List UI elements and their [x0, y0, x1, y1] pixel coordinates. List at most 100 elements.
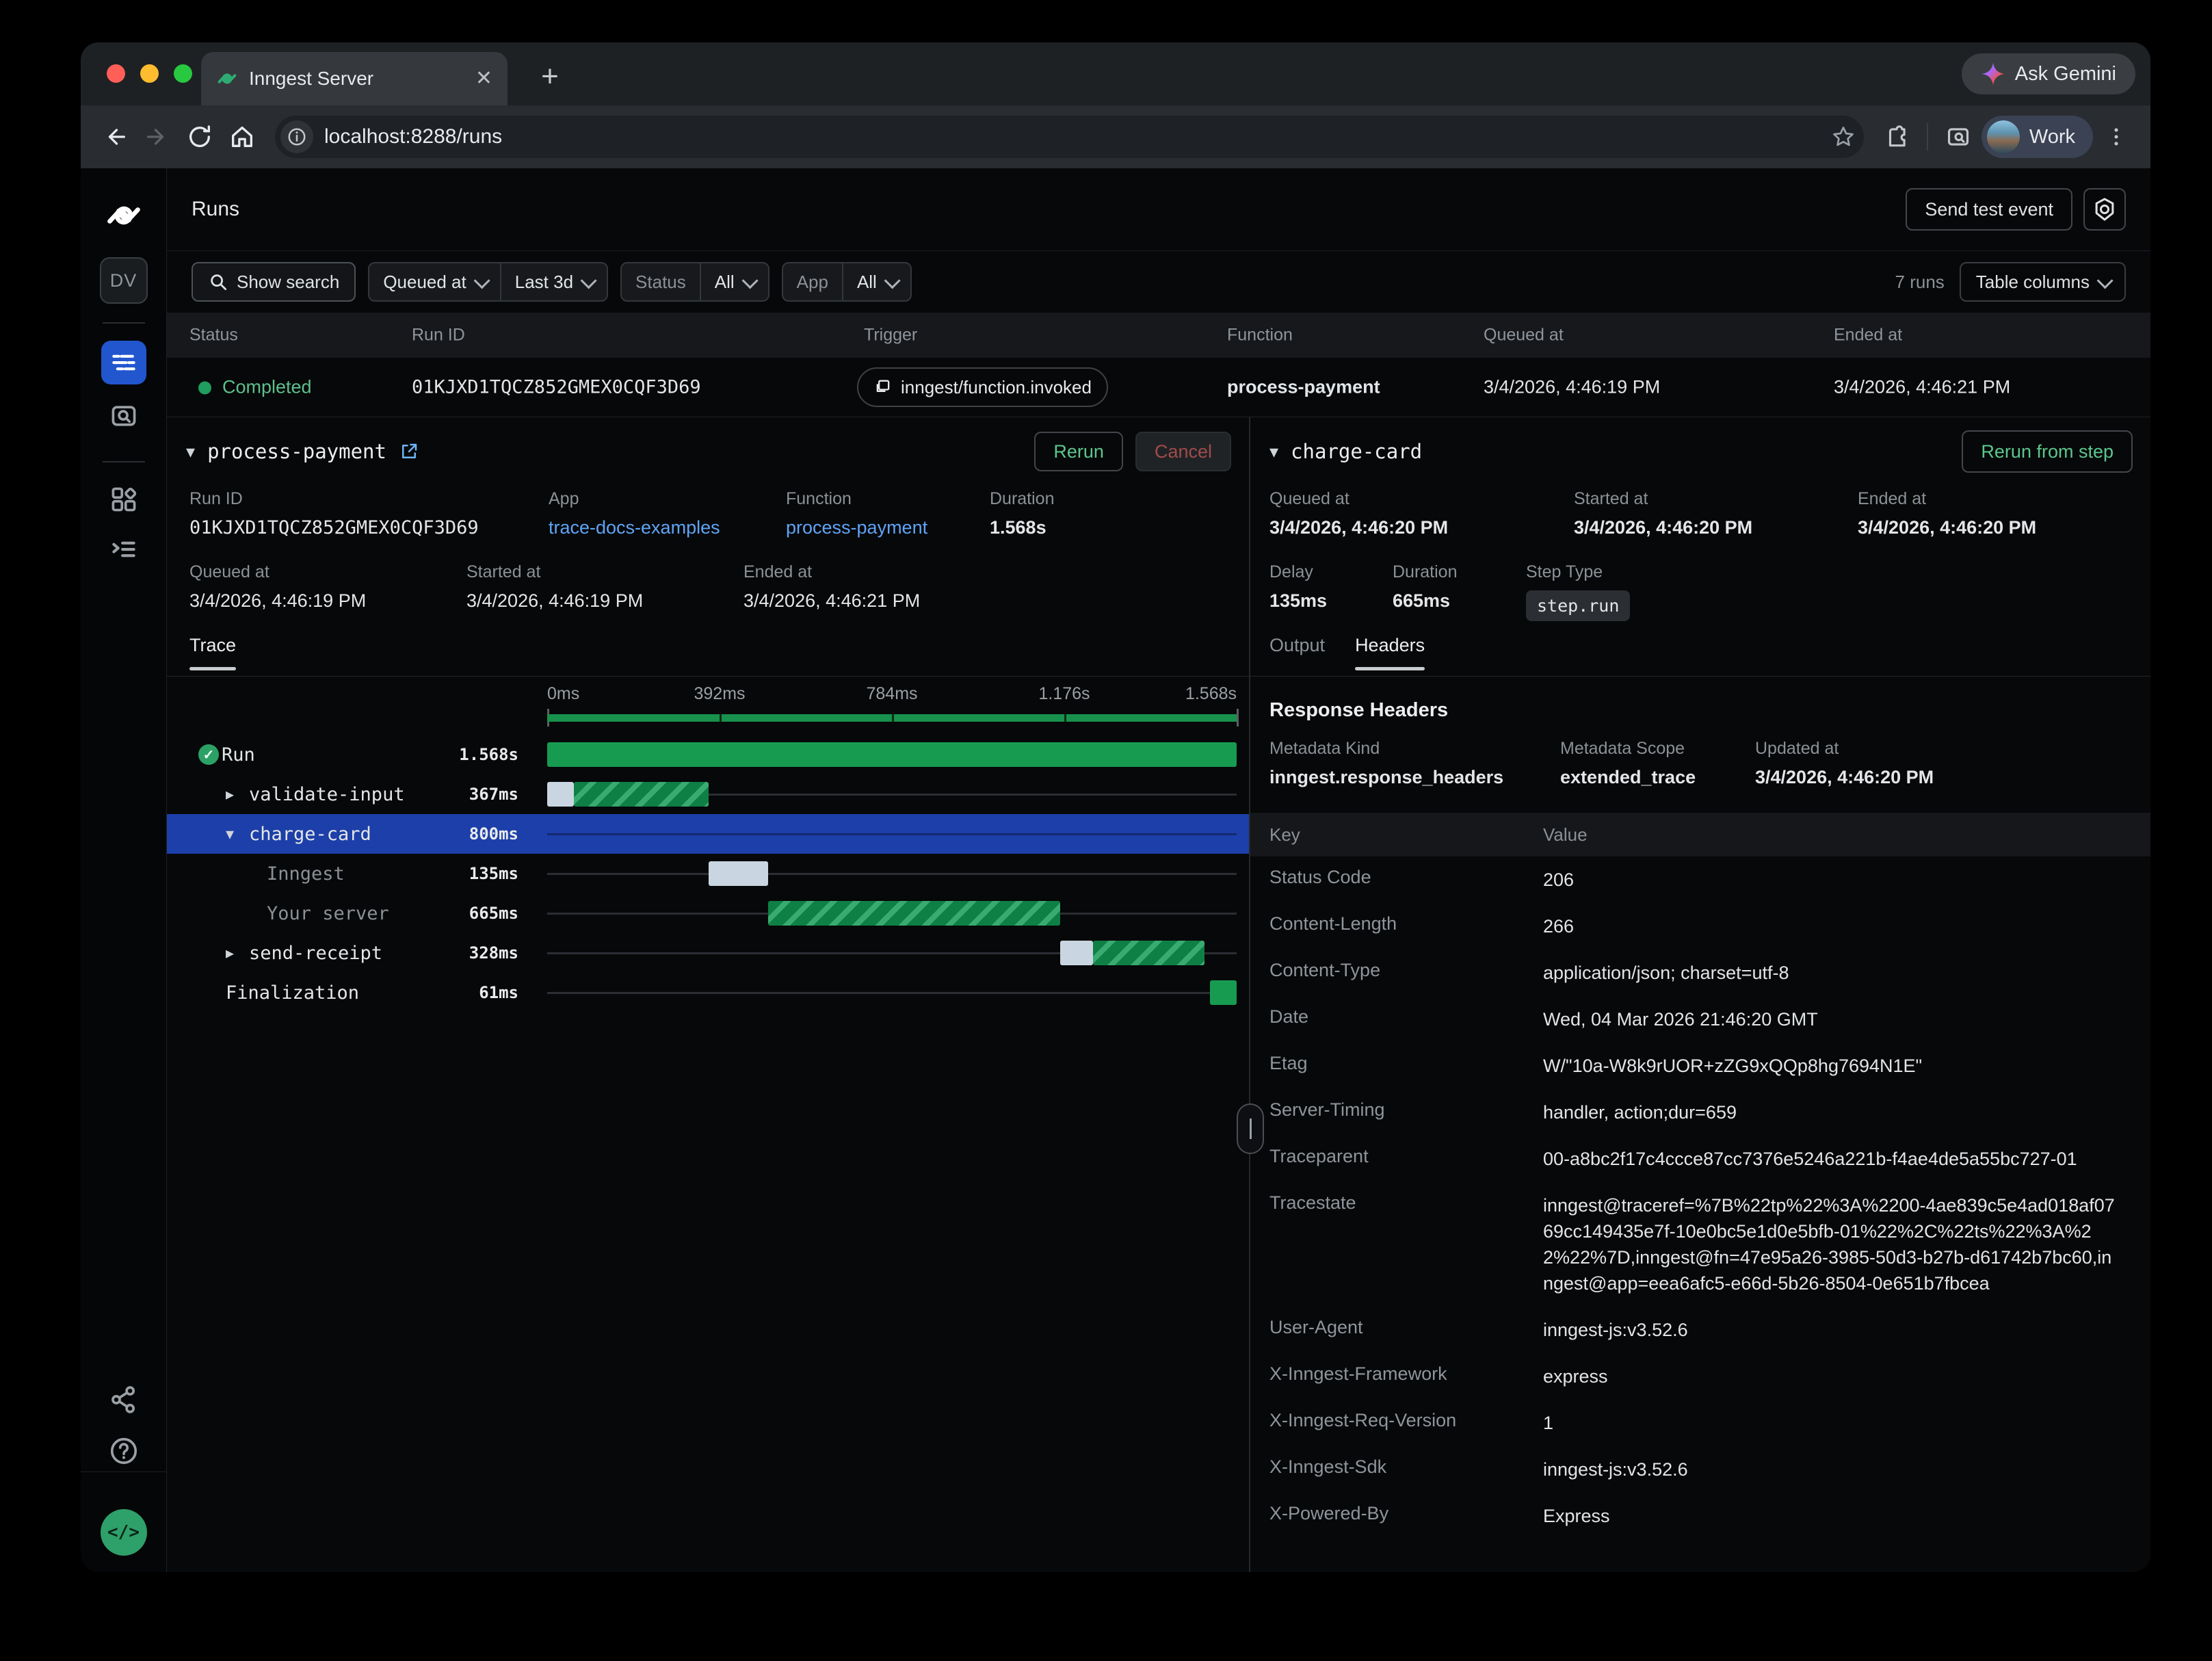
bookmark-star-icon[interactable]	[1831, 125, 1856, 149]
sidebar-item-apps[interactable]	[101, 478, 146, 521]
function-link[interactable]: process-payment	[786, 517, 927, 538]
event-search-icon	[109, 401, 139, 431]
external-link-icon[interactable]	[399, 441, 419, 462]
sidebar-divider	[103, 322, 145, 324]
sidebar-divider	[103, 461, 145, 462]
send-test-event-button[interactable]: Send test event	[1906, 188, 2072, 231]
address-bar[interactable]: localhost:8288/runs	[275, 116, 1864, 158]
collapse-run-chevron[interactable]: ▾	[186, 441, 195, 462]
waterfall-segment-hatch	[768, 901, 1061, 926]
step-duration-label: 800ms	[469, 824, 518, 843]
status-filter[interactable]: Status All	[620, 262, 769, 302]
home-button[interactable]	[223, 118, 261, 156]
new-tab-button[interactable]: +	[532, 60, 568, 96]
tab-headers[interactable]: Headers	[1355, 635, 1425, 670]
waterfall-segment-delay	[547, 782, 574, 807]
runs-table-header: Status Run ID Trigger Function Queued at…	[167, 313, 2150, 358]
header-key: Content-Type	[1269, 960, 1543, 986]
header-key: Tracestate	[1269, 1192, 1543, 1296]
trace-row-charge-card[interactable]: ▾charge-card800ms	[167, 814, 1249, 854]
help-icon[interactable]	[108, 1435, 140, 1467]
function-cell: process-payment	[1227, 377, 1380, 398]
header-row: X-Inngest-Req-Version1	[1250, 1400, 2150, 1446]
header-key: Status Code	[1269, 867, 1543, 893]
extensions-icon[interactable]	[1878, 118, 1916, 156]
step-name-label: Finalization	[226, 982, 359, 1004]
app-link[interactable]: trace-docs-examples	[549, 517, 720, 538]
tab-output[interactable]: Output	[1269, 635, 1325, 670]
minimap-tick	[720, 714, 722, 722]
panel-resize-handle[interactable]	[1237, 1103, 1264, 1154]
browser-menu-icon[interactable]	[2097, 118, 2135, 156]
ended-at-cell: 3/4/2026, 4:46:21 PM	[1834, 377, 2010, 398]
header-value: application/json; charset=utf-8	[1543, 960, 2118, 986]
table-columns-button[interactable]: Table columns	[1960, 262, 2126, 302]
url-text[interactable]: localhost:8288/runs	[324, 125, 1820, 148]
step-duration-label: 135ms	[469, 864, 518, 883]
side-panel-icon[interactable]	[1939, 118, 1977, 156]
trace-row-validate-input[interactable]: ▸validate-input367ms	[167, 774, 1249, 814]
site-info-icon[interactable]	[280, 120, 313, 153]
show-search-button[interactable]: Show search	[192, 262, 356, 302]
rerun-button[interactable]: Rerun	[1034, 432, 1123, 471]
run-detail-panel: ▾ process-payment Rerun Cancel Run ID01K…	[167, 417, 2150, 1572]
trace-row-your-server[interactable]: Your server665ms	[167, 893, 1249, 933]
trace-row-label: ✓Run1.568s	[167, 744, 547, 766]
trigger-cell[interactable]: inngest/function.invoked	[857, 367, 1108, 407]
ask-gemini-button[interactable]: Ask Gemini	[1962, 53, 2135, 94]
header-value: 1	[1543, 1410, 2118, 1436]
runs-trace-icon	[109, 348, 139, 378]
share-feedback-icon[interactable]	[109, 1385, 139, 1415]
step-name-label: validate-input	[249, 784, 405, 805]
minimap-handle[interactable]	[1237, 709, 1239, 727]
timeline-minimap[interactable]	[547, 709, 1237, 727]
minimize-window-button[interactable]	[140, 64, 159, 83]
trace-row-label: Finalization61ms	[167, 982, 547, 1004]
settings-button[interactable]	[2083, 188, 2126, 231]
time-filter[interactable]: Queued at Last 3d	[368, 262, 608, 302]
chevron-down-icon[interactable]: ▾	[226, 824, 249, 844]
step-tabs: Output Headers	[1269, 635, 1425, 670]
back-button[interactable]	[96, 118, 134, 156]
forward-button[interactable]	[138, 118, 176, 156]
collapse-step-chevron[interactable]: ▾	[1269, 441, 1278, 462]
trace-row-finalization[interactable]: Finalization61ms	[167, 973, 1249, 1012]
sidebar-item-events[interactable]	[101, 394, 146, 438]
header-value: express	[1543, 1363, 2118, 1389]
trace-row-run[interactable]: ✓Run1.568s	[167, 735, 1249, 774]
step-name-label: Inngest	[267, 863, 345, 885]
header-key: User-Agent	[1269, 1317, 1543, 1343]
col-queued: Queued at	[1484, 326, 1564, 345]
gemini-sparkle-icon	[1981, 62, 2005, 86]
trace-row-send-receipt[interactable]: ▸send-receipt328ms	[167, 933, 1249, 973]
env-badge[interactable]: DV	[100, 257, 148, 304]
sidebar-item-runs[interactable]	[101, 341, 146, 384]
header-key: Etag	[1269, 1053, 1543, 1079]
cancel-button[interactable]: Cancel	[1135, 432, 1231, 471]
app-filter[interactable]: App All	[782, 262, 912, 302]
success-check-icon: ✓	[198, 744, 222, 765]
inngest-favicon	[216, 68, 238, 90]
rerun-from-step-button[interactable]: Rerun from step	[1962, 430, 2133, 473]
close-window-button[interactable]	[107, 64, 125, 83]
waterfall-track	[547, 781, 1237, 807]
chevron-right-icon[interactable]: ▸	[226, 785, 249, 805]
header-value: W/"10a-W8k9rUOR+zZG9xQQp8hg7694N1E"	[1543, 1053, 2118, 1079]
trace-row-inngest[interactable]: Inngest 135ms	[167, 854, 1249, 893]
tab-close-icon[interactable]: ✕	[475, 68, 492, 89]
dev-mode-button[interactable]: </>	[101, 1509, 147, 1556]
run-table-row[interactable]: Completed 01KJXD1TQCZ852GMEX0CQF3D69 inn…	[167, 358, 2150, 417]
app-field: Apptrace-docs-examples	[549, 489, 720, 538]
header-value: 00-a8bc2f17c4ccce87cc7376e5246a221b-f4ae…	[1543, 1146, 2118, 1172]
browser-tab[interactable]: Inngest Server ✕	[201, 52, 508, 105]
header-row: Traceparent00-a8bc2f17c4ccce87cc7376e524…	[1250, 1136, 2150, 1182]
col-run-id: Run ID	[412, 326, 465, 345]
step-duration-field: Duration665ms	[1393, 562, 1458, 612]
maximize-window-button[interactable]	[174, 64, 192, 83]
reload-button[interactable]	[181, 118, 219, 156]
profile-button[interactable]: Work	[1981, 116, 2093, 158]
tab-trace[interactable]: Trace	[189, 635, 236, 670]
chevron-right-icon[interactable]: ▸	[226, 943, 249, 963]
sidebar-item-functions[interactable]	[101, 527, 146, 571]
header-row: X-Powered-ByExpress	[1250, 1493, 2150, 1539]
